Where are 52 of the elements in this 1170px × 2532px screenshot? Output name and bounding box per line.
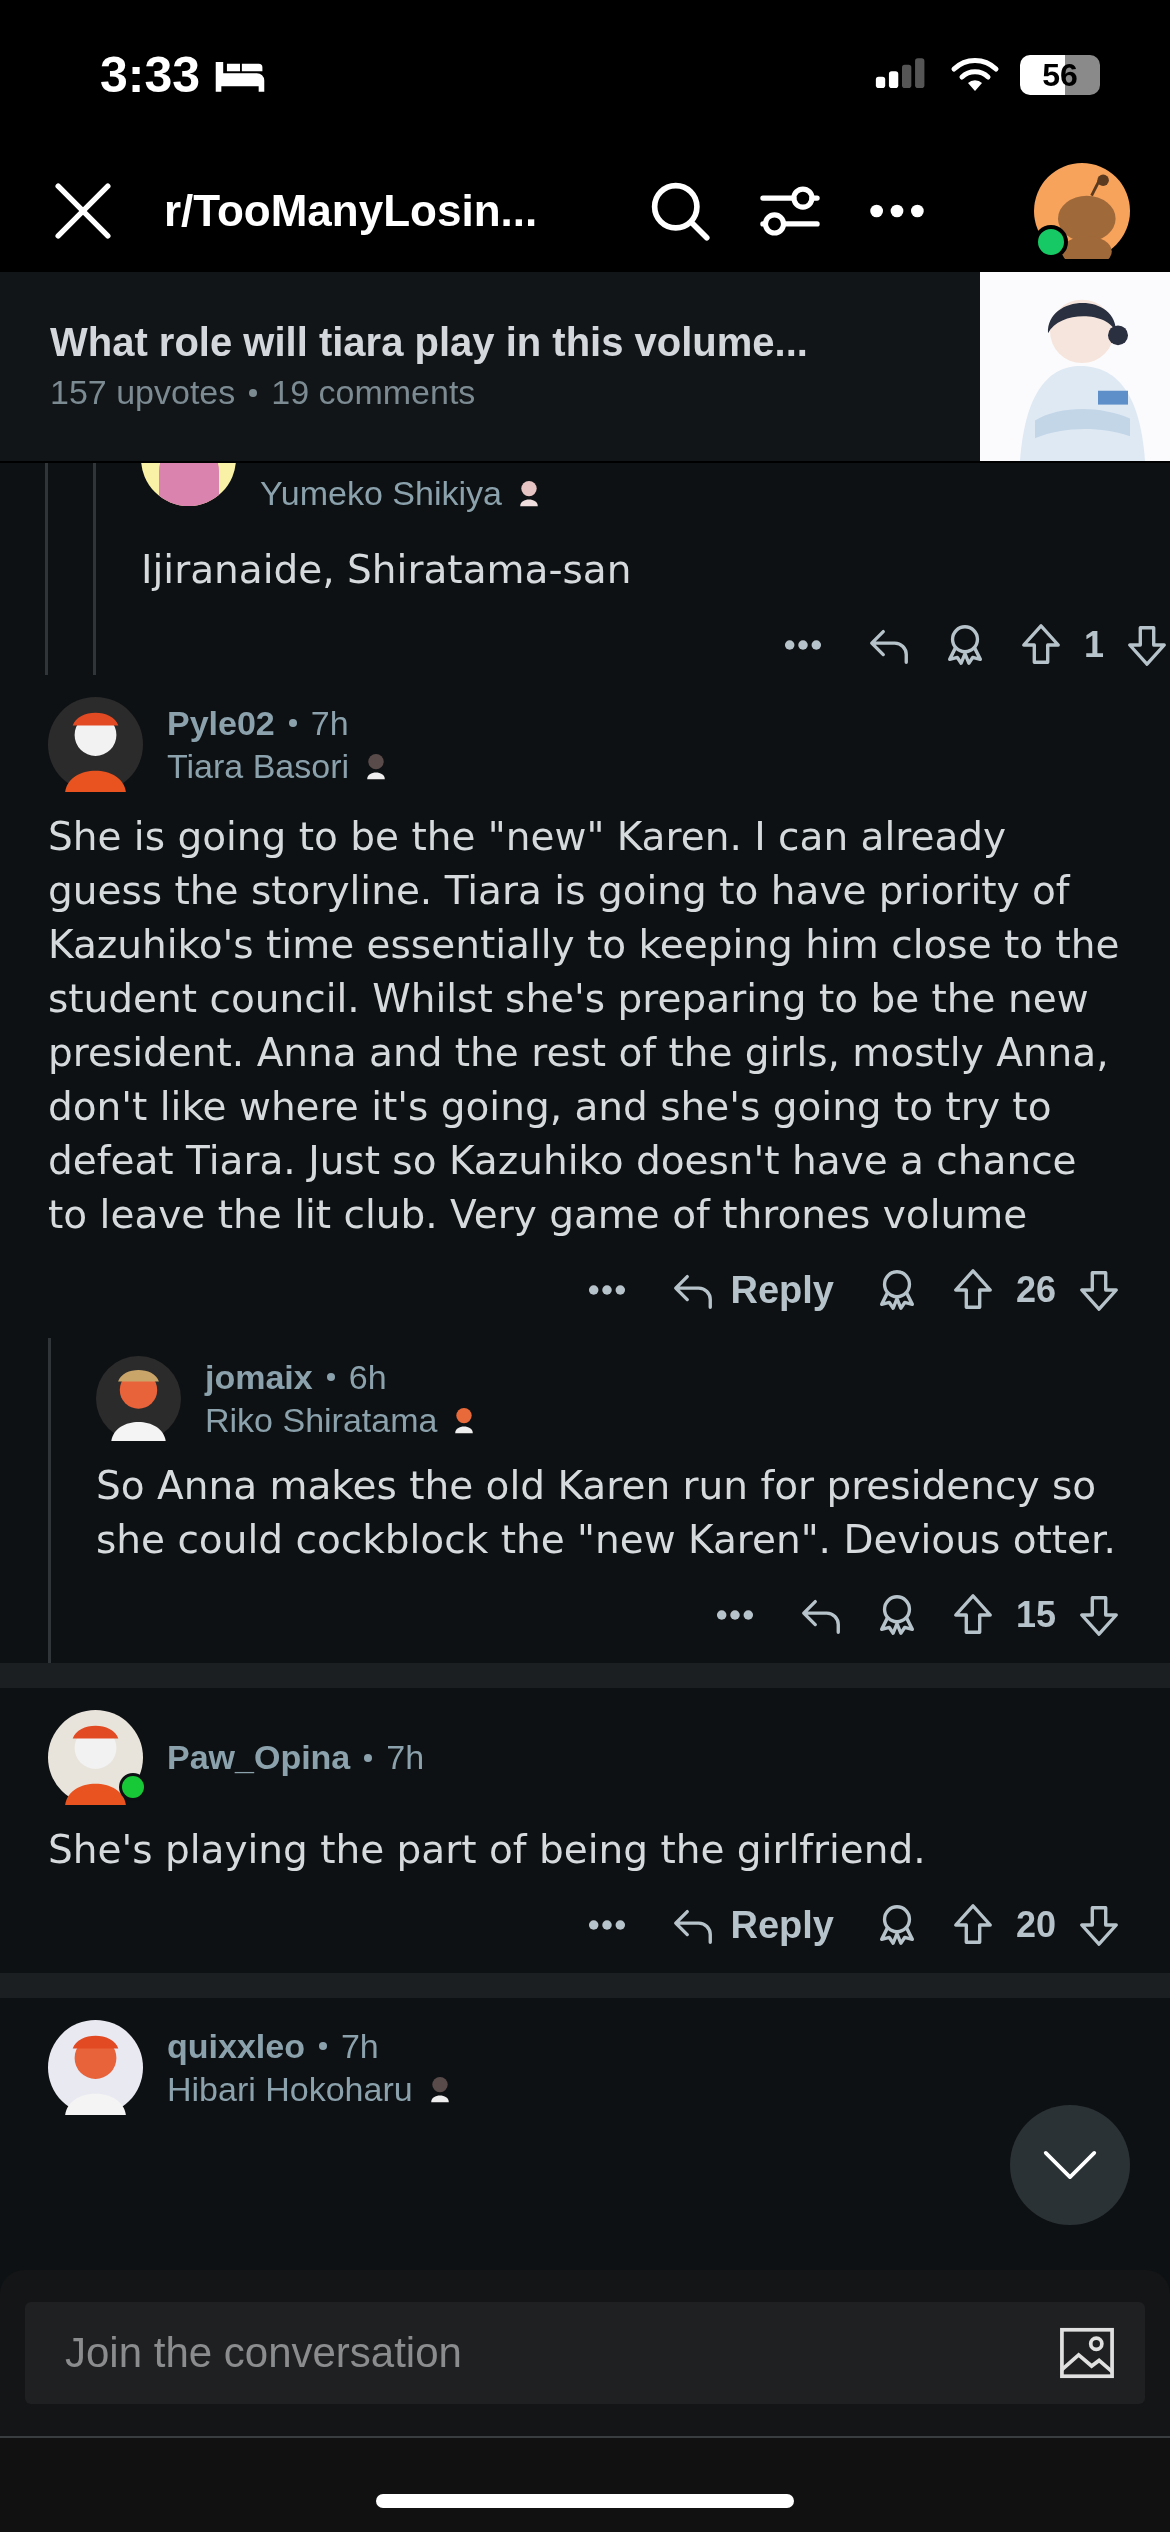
- comment-text: So Anna makes the old Karen run for presidency so she could cockblock the "new Karen". Devious otter.: [96, 1462, 1117, 1564]
- more-icon[interactable]: [783, 639, 822, 651]
- post-title[interactable]: What role will tiara play in this volume...: [50, 320, 980, 365]
- user-flair: Hibari Hokoharu: [167, 2069, 413, 2109]
- avatar[interactable]: [48, 2020, 143, 2115]
- reply-button[interactable]: Reply: [670, 1267, 834, 1313]
- separator-dot: [364, 1753, 373, 1762]
- reply-button[interactable]: Reply: [670, 1902, 834, 1948]
- separator-dot: [249, 388, 258, 397]
- separator-dot: [288, 719, 297, 727]
- status-time: 3:33: [100, 46, 201, 104]
- search-icon[interactable]: [649, 180, 711, 242]
- username[interactable]: Paw_Opina: [167, 1738, 351, 1777]
- subreddit-title[interactable]: r/TooManyLosin...: [164, 186, 649, 236]
- comment-text: She is going to be the "new" Karen. I can already guess the storyline. Tiara is going to have priority of Kazuhiko's time essentially to keeping him close to the student council. Whilst she's preparing to be the new president. Anna and the rest of the girls, mostly Anna, don't like where it's going, and she's going to try to defeat Tiara. Just so Kazuhiko doesn't have a chance to leave the lit club. Very game of thrones volume: [48, 813, 1121, 1239]
- flair-icon: [428, 2075, 451, 2103]
- username[interactable]: jomaix: [205, 1357, 313, 1397]
- vote-score: 1: [1083, 624, 1104, 666]
- user-flair: Riko Shiratama: [205, 1400, 438, 1440]
- user-flair: Tiara Basori: [167, 746, 350, 786]
- wifi-icon: [950, 57, 1000, 93]
- more-icon[interactable]: [869, 203, 925, 219]
- comment-input[interactable]: Join the conversation: [25, 2302, 1145, 2404]
- more-icon[interactable]: [588, 1284, 627, 1296]
- comment-text: She's playing the part of being the girlfriend.: [48, 1826, 927, 1874]
- battery-icon: 56: [1020, 55, 1100, 95]
- username[interactable]: quixxleo: [167, 2026, 305, 2066]
- username[interactable]: Pyle02: [167, 703, 275, 743]
- vote-score: 15: [1015, 1594, 1056, 1636]
- vote-score: 26: [1015, 1269, 1056, 1311]
- comment-count: 19 comments: [271, 373, 476, 412]
- user-flair: Yumeko Shikiya: [260, 473, 502, 513]
- separator-dot: [318, 2042, 327, 2050]
- upvote-count: 157 upvotes: [50, 373, 236, 412]
- close-icon[interactable]: [52, 180, 114, 242]
- comment-time: 7h: [310, 703, 349, 743]
- flair-icon: [517, 479, 540, 507]
- flair-icon: [453, 1406, 476, 1434]
- flair-icon: [365, 752, 388, 780]
- avatar[interactable]: [48, 697, 143, 792]
- comment-text: Ijiranaide, Shiratama-san: [141, 546, 633, 594]
- vote-score: 20: [1015, 1904, 1056, 1946]
- comment-time: 7h: [386, 1738, 425, 1777]
- comment-time: 7h: [340, 2026, 379, 2066]
- image-icon[interactable]: [1059, 2327, 1115, 2379]
- more-icon[interactable]: [588, 1919, 627, 1931]
- more-icon[interactable]: [715, 1609, 754, 1621]
- separator-dot: [326, 1373, 335, 1381]
- avatar[interactable]: [96, 1356, 181, 1441]
- avatar[interactable]: [48, 1710, 143, 1805]
- comment-time: 6h: [348, 1357, 387, 1397]
- chevron-down-icon: [1042, 2149, 1098, 2181]
